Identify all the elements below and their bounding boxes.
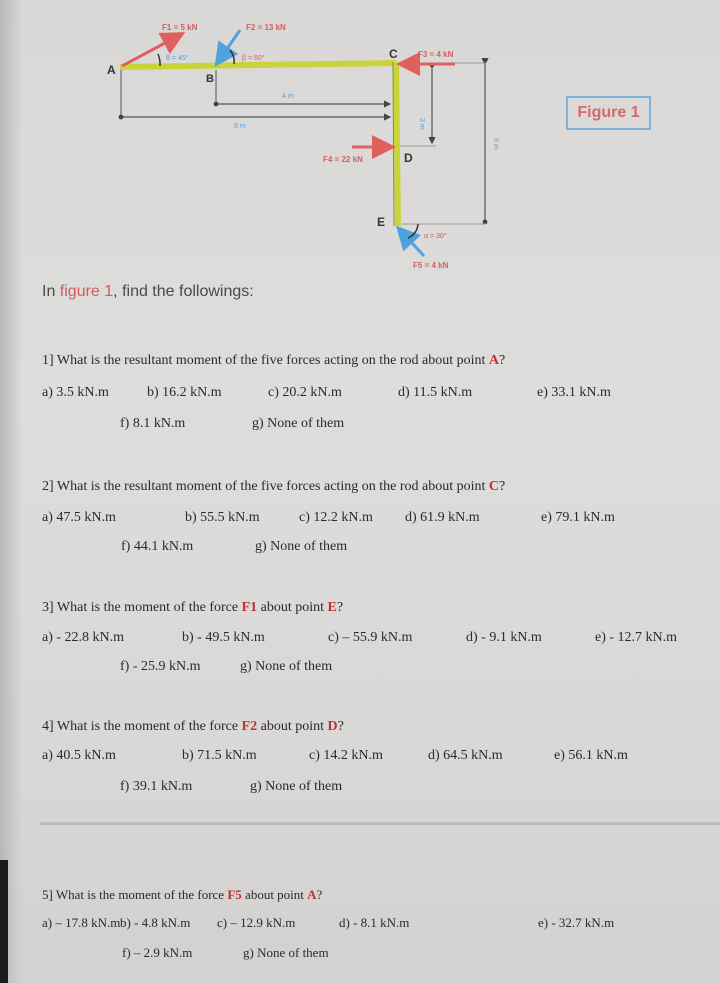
force-f5-label: F5 = 4 kN (413, 261, 449, 270)
intro-text: In figure 1, find the followings: (42, 283, 254, 301)
point-b-label: B (206, 73, 214, 85)
question-3: 3] What is the moment of the force F1 ab… (42, 600, 712, 680)
option-d[interactable]: d) 61.9 kN.m (405, 510, 480, 526)
option-g[interactable]: g) None of them (250, 779, 342, 795)
option-d[interactable]: d) 11.5 kN.m (398, 385, 472, 401)
angle-beta-arc (229, 49, 235, 65)
question-text: 5] What is the moment of the force F5 ab… (42, 887, 323, 902)
question-text: 3] What is the moment of the force F1 ab… (42, 600, 344, 615)
option-b[interactable]: b) - 49.5 kN.m (182, 630, 265, 646)
force-f5-arrow (395, 225, 426, 258)
point-a-label: A (107, 63, 116, 77)
question-text: 2] What is the resultant moment of the f… (42, 479, 506, 494)
option-e[interactable]: e) 79.1 kN.m (541, 510, 615, 526)
option-b[interactable]: b) 71.5 kN.m (182, 748, 257, 764)
force-f2-label: F2 = 13 kN (246, 23, 286, 32)
point-d-label: D (404, 151, 413, 165)
option-e[interactable]: e) - 12.7 kN.m (595, 630, 677, 646)
angle-beta-label: β = 60° (242, 54, 265, 62)
rod-horizontal (119, 60, 397, 70)
angle-theta-label: θ = 45° (166, 54, 189, 62)
option-a[interactable]: a) – 17.8 kN.m (42, 915, 120, 931)
angle-alpha-label: α = 30° (424, 232, 447, 240)
figure-1-diagram: A B C D E F1 = 5 kN F2 = 13 kN F3 = 4 kN… (107, 23, 499, 270)
option-f[interactable]: f) – 2.9 kN.m (122, 945, 192, 961)
point-c-label: C (389, 47, 398, 61)
question-text: 4] What is the moment of the force F2 ab… (42, 719, 344, 734)
option-f[interactable]: f) 39.1 kN.m (120, 779, 192, 795)
option-d[interactable]: d) - 9.1 kN.m (466, 630, 542, 646)
option-c[interactable]: c) – 55.9 kN.m (328, 630, 412, 646)
page-divider (40, 822, 720, 825)
option-g[interactable]: g) None of them (240, 659, 332, 675)
device-edge (0, 860, 8, 983)
point-e-label: E (377, 215, 385, 229)
option-g[interactable]: g) None of them (243, 945, 329, 961)
option-b[interactable]: b) 16.2 kN.m (147, 385, 222, 401)
option-e[interactable]: e) 56.1 kN.m (554, 748, 628, 764)
dim-cd-label: 3 m (418, 118, 425, 130)
option-a[interactable]: a) - 22.8 kN.m (42, 630, 124, 646)
option-g[interactable]: g) None of them (252, 416, 344, 432)
option-f[interactable]: f) 8.1 kN.m (120, 416, 185, 432)
option-c[interactable]: c) 20.2 kN.m (268, 385, 342, 401)
force-f3-label: F3 = 4 kN (418, 50, 454, 59)
option-c[interactable]: c) – 12.9 kN.m (217, 915, 295, 931)
option-g[interactable]: g) None of them (255, 539, 347, 555)
question-2: 2] What is the resultant moment of the f… (42, 479, 702, 559)
angle-alpha-arc (407, 223, 419, 239)
question-4: 4] What is the moment of the force F2 ab… (42, 719, 702, 799)
option-e[interactable]: e) 33.1 kN.m (537, 385, 611, 401)
question-5: 5] What is the moment of the force F5 ab… (42, 887, 702, 967)
option-d[interactable]: d) 64.5 kN.m (428, 748, 503, 764)
intro-figure-ref: figure 1 (59, 283, 114, 300)
dim-ac-label: 8 m (234, 123, 246, 130)
force-f4-label: F4 = 22 kN (323, 155, 363, 164)
rod-vertical (393, 61, 401, 227)
option-b[interactable]: b) - 4.8 kN.m (120, 915, 190, 931)
intro-suffix: , find the followings: (113, 283, 254, 300)
option-c[interactable]: c) 14.2 kN.m (309, 748, 383, 764)
force-f2-arrow (214, 29, 242, 67)
figure-label-box: Figure 1 (566, 96, 651, 130)
force-f1-label: F1 = 5 kN (162, 23, 198, 32)
option-f[interactable]: f) - 25.9 kN.m (120, 659, 201, 675)
option-c[interactable]: c) 12.2 kN.m (299, 510, 373, 526)
question-1: 1] What is the resultant moment of the f… (42, 353, 702, 433)
option-f[interactable]: f) 44.1 kN.m (121, 539, 193, 555)
dim-bc-label: 4 m (282, 93, 294, 100)
option-b[interactable]: b) 55.5 kN.m (185, 510, 260, 526)
option-a[interactable]: a) 47.5 kN.m (42, 510, 116, 526)
option-a[interactable]: a) 40.5 kN.m (42, 748, 116, 764)
option-d[interactable]: d) - 8.1 kN.m (339, 915, 409, 931)
question-text: 1] What is the resultant moment of the f… (42, 353, 506, 368)
option-a[interactable]: a) 3.5 kN.m (42, 385, 109, 401)
option-e[interactable]: e) - 32.7 kN.m (538, 915, 614, 931)
intro-prefix: In (42, 283, 60, 300)
dim-ce-label: 6 m (492, 138, 499, 150)
